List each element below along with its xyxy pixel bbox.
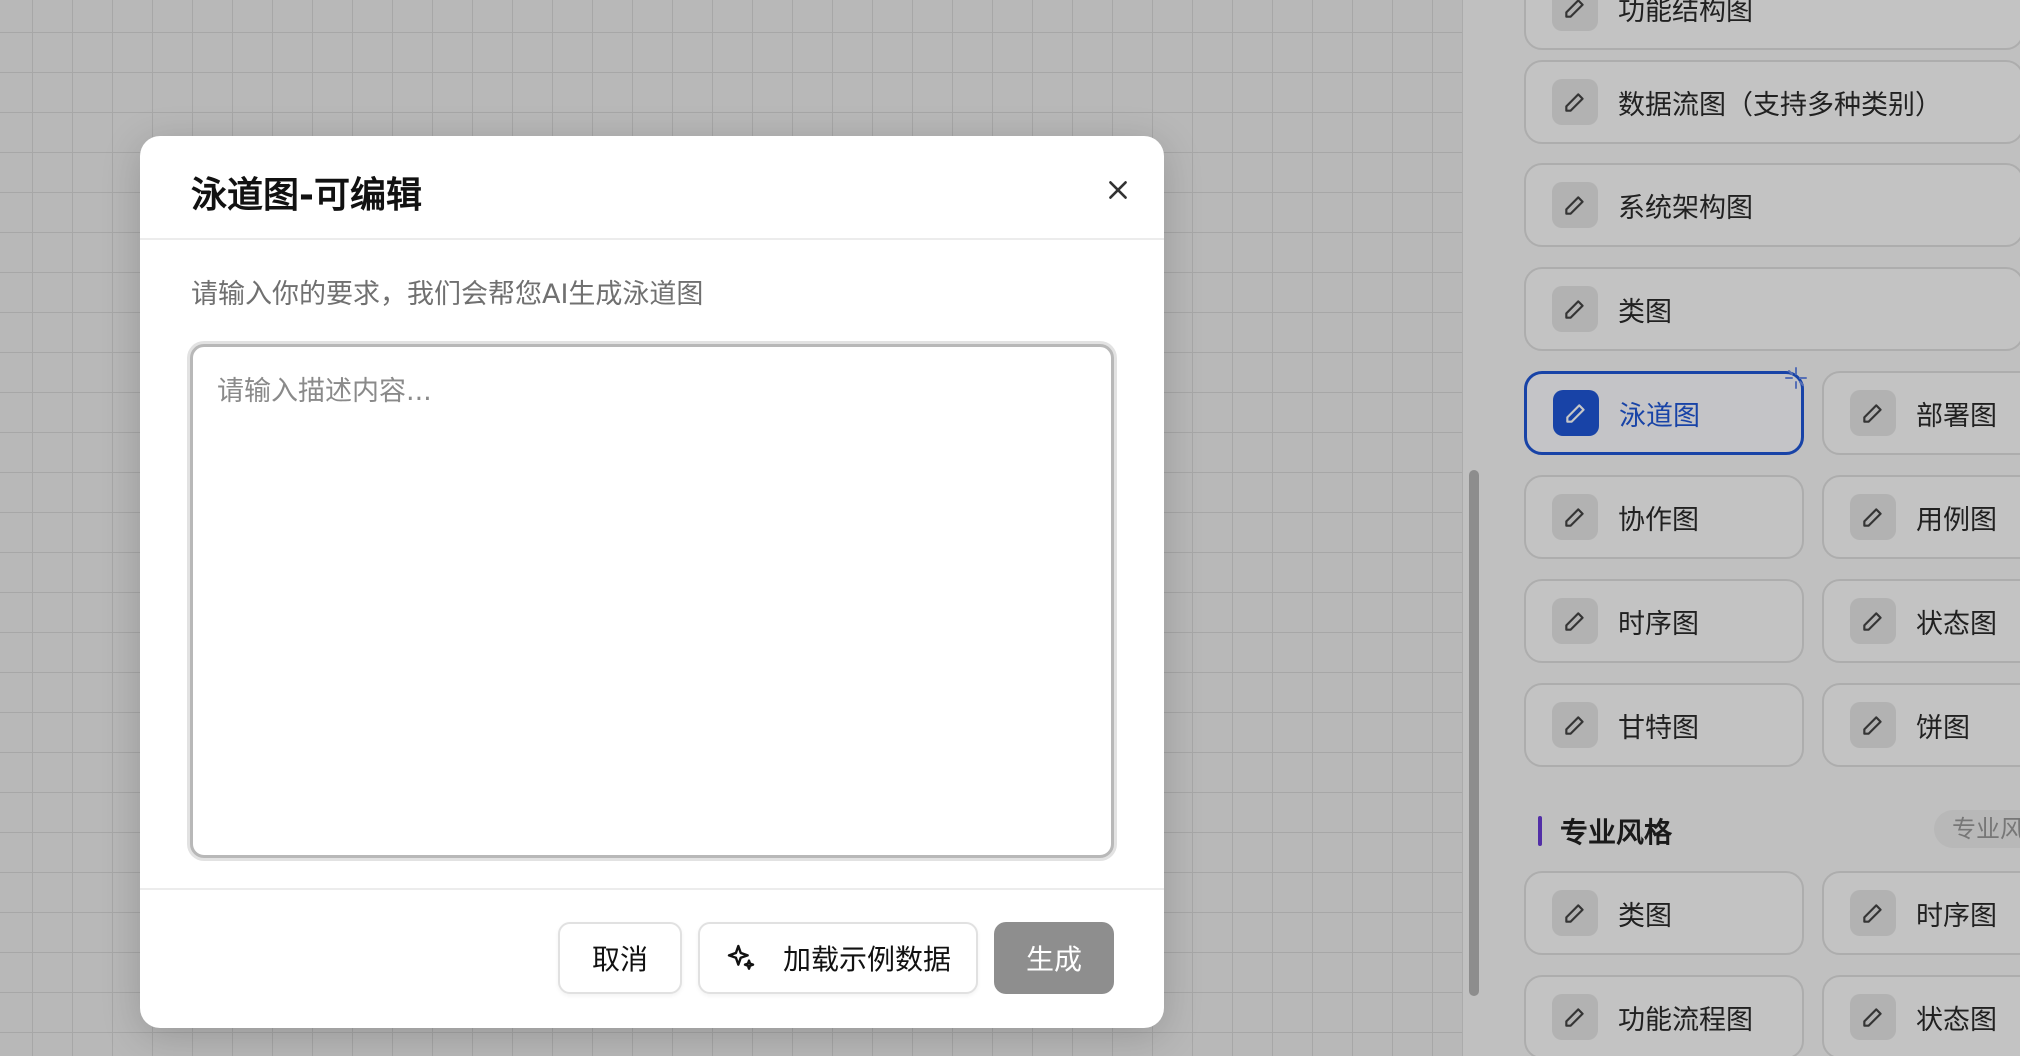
dialog-title: 泳道图-可编辑 [191,175,422,216]
description-input[interactable] [190,344,1114,858]
panel-scrollbar[interactable] [1469,470,1479,996]
dialog-description: 请输入你的要求，我们会帮您AI生成泳道图 [191,279,704,310]
cancel-button[interactable]: 取消 [558,922,682,994]
generate-label: 生成 [1025,943,1082,976]
footer-divider [140,888,1164,890]
sparkle-icon [725,942,757,974]
ai-generate-dialog: 泳道图-可编辑 请输入你的要求，我们会帮您AI生成泳道图 取消 加载示例数据 生… [140,136,1164,1028]
close-icon [1109,181,1127,199]
load-sample-button[interactable]: 加载示例数据 [698,922,978,994]
header-divider [140,238,1164,240]
generate-button[interactable]: 生成 [994,922,1114,994]
load-sample-label: 加载示例数据 [782,943,951,976]
cancel-label: 取消 [591,943,648,976]
close-button[interactable] [1100,172,1136,208]
